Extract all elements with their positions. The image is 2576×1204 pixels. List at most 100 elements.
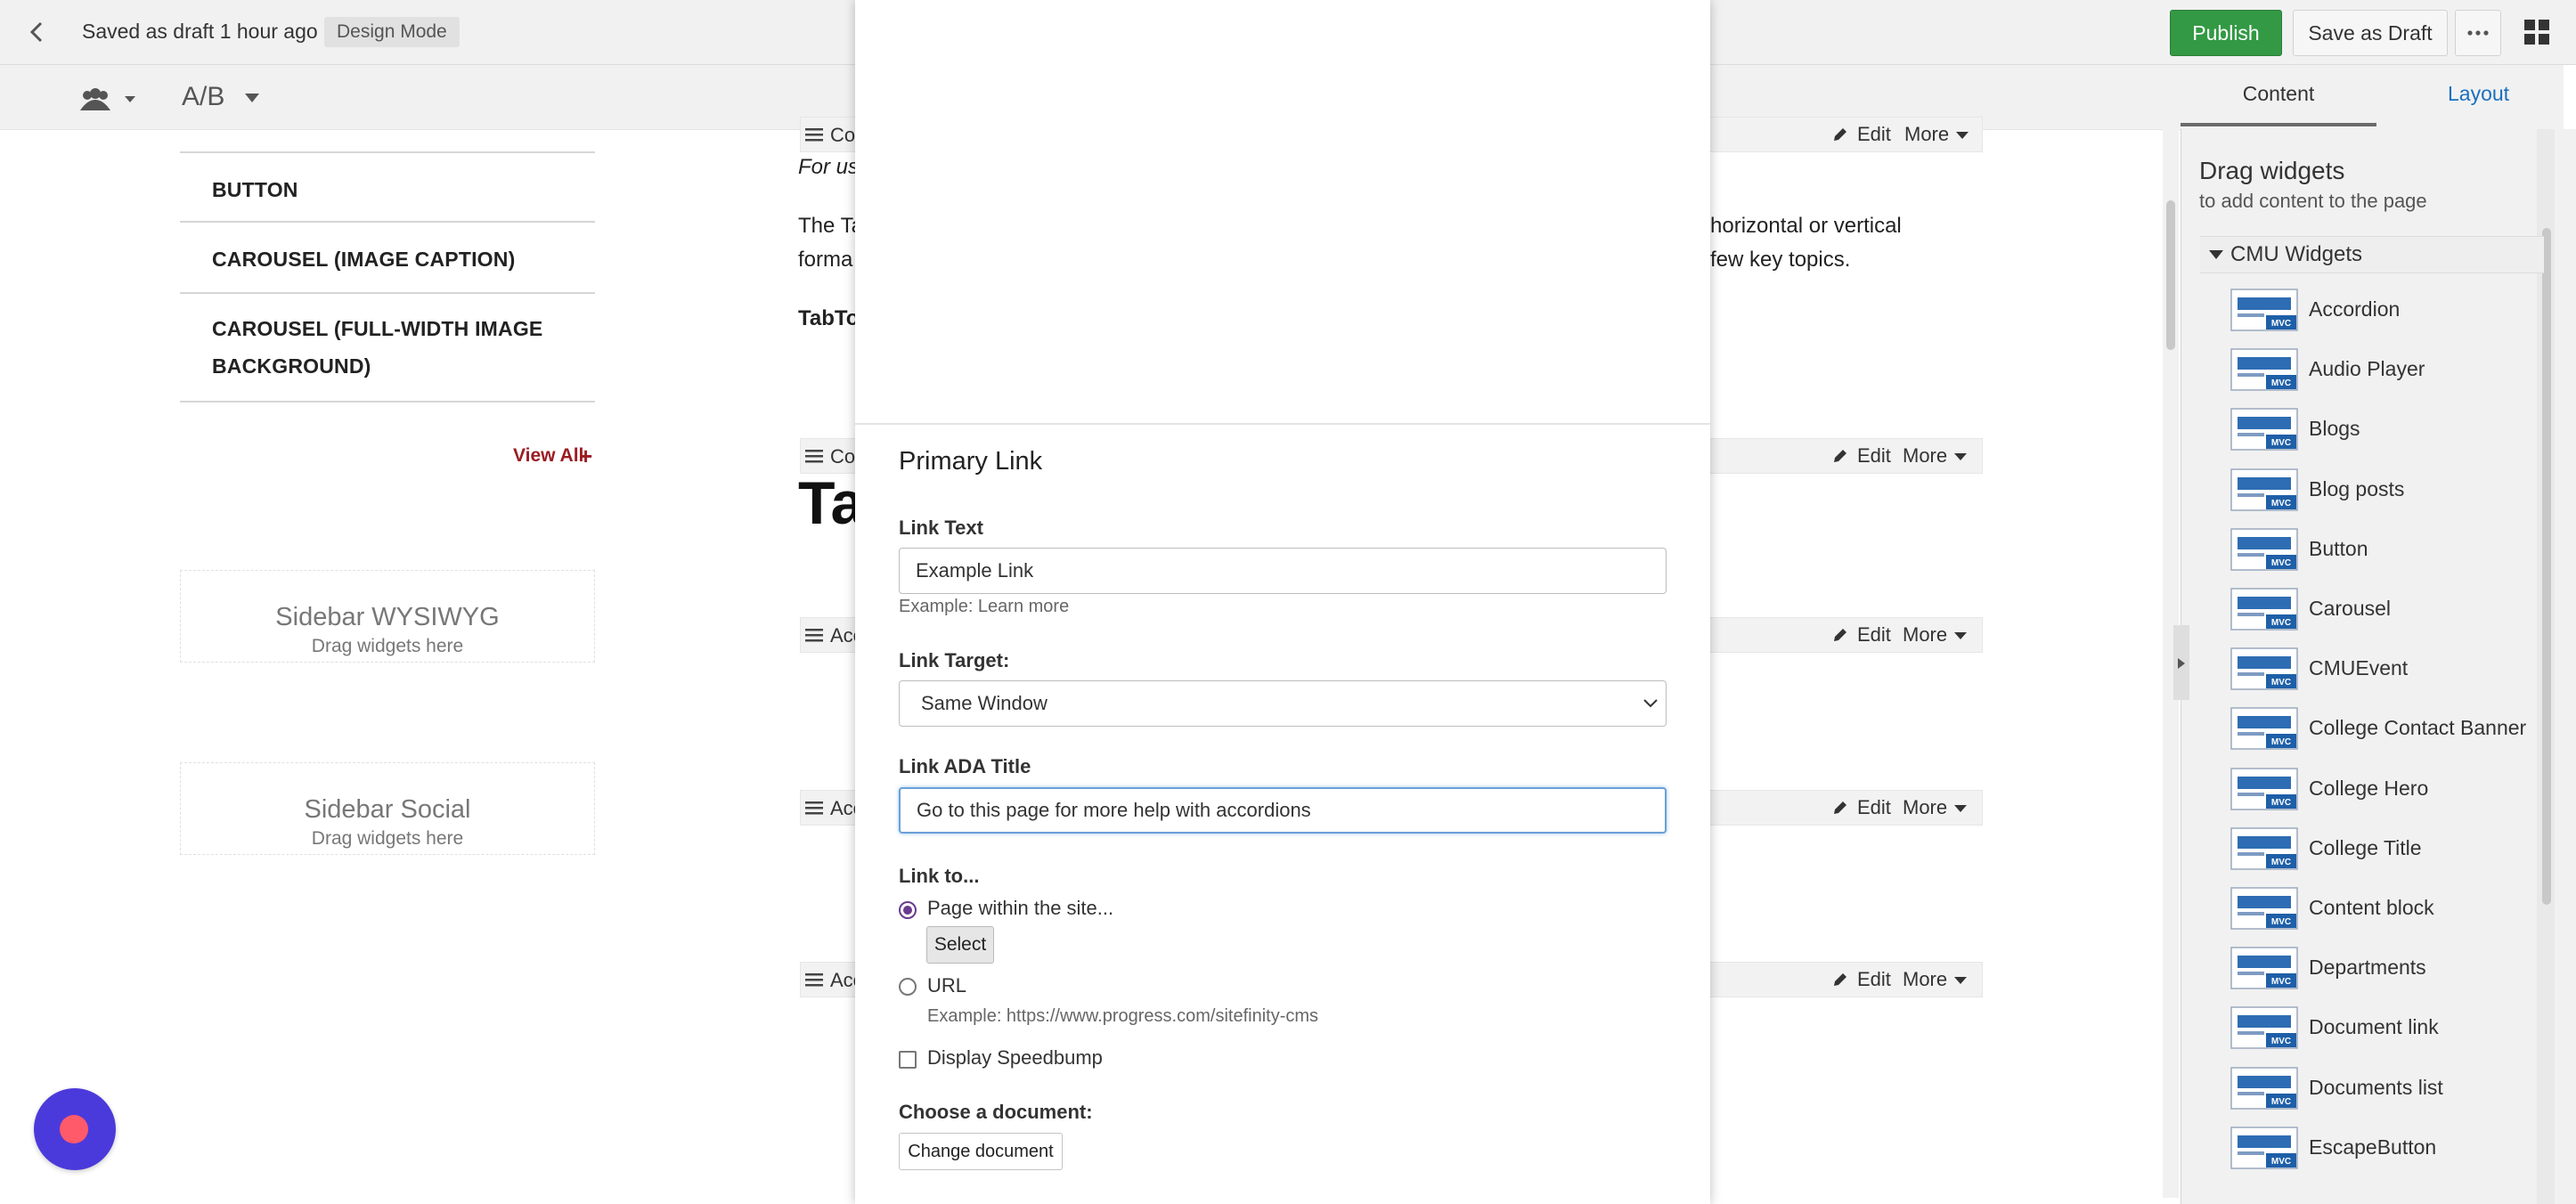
widget-item-label[interactable]: Audio Player	[2309, 357, 2425, 381]
sidebar-item-button[interactable]: BUTTON	[180, 151, 595, 223]
sidebar-item-carousel-full-width[interactable]: CAROUSEL (FULL-WIDTH IMAGE BACKGROUND)	[180, 294, 595, 403]
ellipsis-icon	[2467, 30, 2489, 36]
widget-item-label[interactable]: Document link	[2309, 1015, 2439, 1039]
link-target-label: Link Target:	[899, 649, 1010, 671]
svg-text:MVC: MVC	[2271, 319, 2291, 329]
mvc-widget-icon[interactable]: MVC	[2230, 827, 2298, 870]
drag-handle-icon[interactable]	[805, 127, 823, 142]
caret-down-icon[interactable]	[1954, 976, 1967, 985]
display-speedbump-checkbox[interactable]	[899, 1051, 917, 1069]
pencil-icon[interactable]	[1831, 626, 1849, 644]
widget-item-label[interactable]: College Hero	[2309, 777, 2428, 801]
intro-text: For us	[798, 155, 860, 179]
ada-title-input[interactable]	[899, 787, 1667, 834]
tab-content[interactable]: Content	[2181, 82, 2376, 106]
ab-test-label[interactable]: A/B	[182, 82, 224, 112]
widget-item-label[interactable]: CMUEvent	[2309, 656, 2408, 680]
display-speedbump-label[interactable]: Display Speedbump	[927, 1046, 1103, 1070]
sidebar-social-dropzone[interactable]: Sidebar Social Drag widgets here	[180, 762, 595, 855]
svg-text:MVC: MVC	[2271, 917, 2291, 927]
back-icon[interactable]	[21, 16, 53, 48]
more-options-button[interactable]	[2455, 10, 2501, 56]
widget-item-label[interactable]: Departments	[2309, 956, 2426, 980]
mvc-widget-icon[interactable]: MVC	[2230, 528, 2298, 571]
edit-widget-button[interactable]: Edit	[1857, 444, 1891, 468]
widget-item-label[interactable]: Blog posts	[2309, 477, 2404, 501]
choose-document-label: Choose a document:	[899, 1101, 1093, 1123]
more-widget-button[interactable]: More	[1903, 796, 1947, 819]
page-scrollbar-thumb[interactable]	[2166, 200, 2175, 350]
save-as-draft-button[interactable]: Save as Draft	[2293, 10, 2448, 56]
widget-item-label[interactable]: EscapeButton	[2309, 1135, 2436, 1159]
caret-down-icon[interactable]	[1954, 452, 1967, 461]
url-radio[interactable]	[899, 978, 917, 996]
panel-title: Drag widgets	[2199, 157, 2345, 184]
edit-widget-button[interactable]: Edit	[1857, 968, 1891, 991]
more-widget-button[interactable]: More	[1903, 444, 1947, 468]
change-document-button[interactable]: Change document	[899, 1133, 1063, 1170]
body-text: forma	[798, 248, 853, 272]
mvc-widget-icon[interactable]: MVC	[2230, 768, 2298, 810]
chevron-down-icon	[1643, 699, 1658, 708]
body-text: horizontal or vertical	[1710, 214, 1902, 238]
mvc-widget-icon[interactable]: MVC	[2230, 408, 2298, 451]
edit-widget-button[interactable]: Edit	[1857, 623, 1891, 647]
svg-text:MVC: MVC	[2271, 378, 2291, 388]
mvc-widget-icon[interactable]: MVC	[2230, 588, 2298, 630]
widget-category-name[interactable]: CMU Widgets	[2230, 242, 2362, 267]
chevron-right-icon[interactable]	[2177, 657, 2186, 670]
mvc-widget-icon[interactable]: MVC	[2230, 1067, 2298, 1110]
drag-handle-icon[interactable]	[805, 449, 823, 463]
active-tab-indicator	[2181, 123, 2376, 126]
caret-down-icon[interactable]	[1954, 804, 1967, 813]
pencil-icon[interactable]	[1831, 126, 1849, 143]
caret-down-icon[interactable]	[2209, 249, 2223, 260]
mvc-widget-icon[interactable]: MVC	[2230, 707, 2298, 750]
drag-handle-icon[interactable]	[805, 628, 823, 642]
widget-item-label[interactable]: Accordion	[2309, 297, 2400, 321]
sidebar-wysiwyg-dropzone[interactable]: Sidebar WYSIWYG Drag widgets here	[180, 570, 595, 663]
chevron-down-icon[interactable]	[244, 93, 260, 103]
page-within-site-label[interactable]: Page within the site...	[927, 897, 1113, 920]
caret-down-icon[interactable]	[1954, 631, 1967, 640]
mvc-widget-icon[interactable]: MVC	[2230, 647, 2298, 690]
widget-item-label[interactable]: College Contact Banner	[2309, 716, 2526, 740]
mvc-widget-icon[interactable]: MVC	[2230, 887, 2298, 930]
caret-down-icon[interactable]	[1956, 131, 1969, 140]
panel-scrollbar-thumb[interactable]	[2542, 228, 2551, 905]
widget-item-label[interactable]: Blogs	[2309, 417, 2360, 441]
widget-item-label[interactable]: Button	[2309, 537, 2368, 561]
more-widget-button[interactable]: More	[1903, 623, 1947, 647]
page-within-site-radio[interactable]	[899, 901, 917, 919]
widget-item-label[interactable]: Carousel	[2309, 597, 2391, 621]
more-widget-button[interactable]: More	[1903, 968, 1947, 991]
mvc-widget-icon[interactable]: MVC	[2230, 348, 2298, 391]
url-label[interactable]: URL	[927, 974, 966, 997]
edit-widget-button[interactable]: Edit	[1857, 796, 1891, 819]
drag-handle-icon[interactable]	[805, 972, 823, 987]
sidebar-item-carousel-image-caption[interactable]: CAROUSEL (IMAGE CAPTION)	[180, 224, 595, 294]
widget-item-label[interactable]: College Title	[2309, 836, 2422, 860]
select-page-button[interactable]: Select	[926, 926, 994, 964]
widget-item-label[interactable]: Content block	[2309, 896, 2434, 920]
mvc-widget-icon[interactable]: MVC	[2230, 1127, 2298, 1169]
users-icon[interactable]	[78, 87, 141, 112]
pencil-icon[interactable]	[1831, 971, 1849, 988]
view-all-link[interactable]: View All	[513, 445, 583, 467]
pencil-icon[interactable]	[1831, 799, 1849, 817]
more-widget-button[interactable]: More	[1904, 123, 1949, 146]
publish-button[interactable]: Publish	[2170, 10, 2282, 56]
widget-item-label[interactable]: Documents list	[2309, 1076, 2443, 1100]
mvc-widget-icon[interactable]: MVC	[2230, 468, 2298, 511]
plus-icon: +	[579, 443, 593, 469]
ada-title-label: Link ADA Title	[899, 755, 1031, 777]
mvc-widget-icon[interactable]: MVC	[2230, 947, 2298, 989]
grid-icon[interactable]	[2523, 18, 2551, 46]
mvc-widget-icon[interactable]: MVC	[2230, 1006, 2298, 1049]
mvc-widget-icon[interactable]: MVC	[2230, 289, 2298, 331]
edit-widget-button[interactable]: Edit	[1857, 123, 1891, 146]
pencil-icon[interactable]	[1831, 447, 1849, 465]
link-text-input[interactable]	[899, 548, 1667, 594]
tab-layout[interactable]: Layout	[2448, 82, 2509, 106]
drag-handle-icon[interactable]	[805, 801, 823, 815]
